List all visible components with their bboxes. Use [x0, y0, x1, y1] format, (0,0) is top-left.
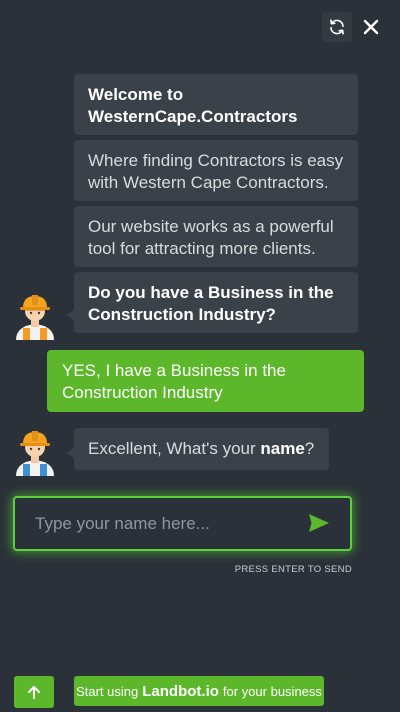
- bot-message: Do you have a Business in the Constructi…: [74, 272, 358, 333]
- message-text: Our website works as a powerful tool for…: [88, 217, 334, 258]
- arrow-up-icon: [28, 686, 40, 699]
- bubble-tail: [66, 448, 74, 458]
- refresh-button[interactable]: [322, 12, 352, 42]
- chat-header-controls: [322, 12, 386, 42]
- landbot-brand: Landbot.io: [142, 682, 219, 700]
- close-button[interactable]: [356, 12, 386, 42]
- scroll-up-button[interactable]: [14, 676, 54, 708]
- name-input-container: [13, 496, 352, 551]
- landbot-promo-link[interactable]: Start using Landbot.io for your business: [74, 676, 324, 706]
- close-icon: [363, 19, 379, 35]
- send-hint: PRESS ENTER TO SEND: [234, 564, 352, 575]
- construction-worker-avatar: [16, 295, 54, 340]
- message-text: Do you have a Business in the Constructi…: [88, 283, 334, 324]
- message-text: YES, I have a Business in the Constructi…: [62, 361, 286, 402]
- message-text: Welcome to WesternCape.Contractors: [88, 85, 298, 126]
- send-icon[interactable]: [308, 513, 330, 533]
- promo-suffix: for your business: [222, 683, 322, 699]
- bot-message: Excellent, What's your name?: [74, 428, 329, 470]
- bot-message: Our website works as a powerful tool for…: [74, 206, 358, 267]
- message-text: Where finding Contractors is easy with W…: [88, 151, 344, 192]
- bubble-tail: [66, 310, 74, 320]
- bot-message: Where finding Contractors is easy with W…: [74, 140, 358, 201]
- promo-prefix: Start using: [76, 683, 139, 699]
- construction-worker-avatar: [16, 431, 54, 476]
- user-message: YES, I have a Business in the Constructi…: [47, 350, 364, 412]
- message-text: ?: [304, 439, 315, 458]
- message-emphasis: name: [260, 439, 305, 458]
- message-text: Excellent, What's your: [88, 439, 261, 458]
- refresh-icon: [330, 19, 344, 35]
- name-input[interactable]: [15, 498, 290, 549]
- bot-message: Welcome to WesternCape.Contractors: [74, 74, 358, 135]
